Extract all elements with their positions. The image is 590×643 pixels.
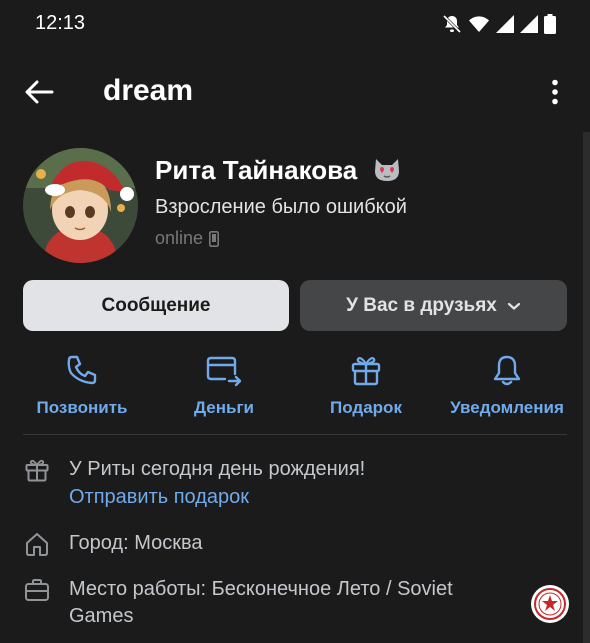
friends-button[interactable]: У Вас в друзьях (300, 280, 567, 331)
chevron-down-icon (507, 302, 520, 310)
home-icon (23, 530, 51, 558)
gift-action[interactable]: Подарок (296, 350, 436, 420)
app-bar: dream (0, 62, 590, 122)
battery-icon (544, 14, 556, 34)
gift-info-icon (23, 456, 51, 484)
notifications-action[interactable]: Уведомления (437, 350, 577, 420)
bell-icon (493, 355, 521, 386)
status-time: 12:13 (35, 12, 86, 34)
notifications-label: Уведомления (450, 398, 564, 417)
signal-icon (496, 15, 514, 33)
divider (23, 434, 567, 435)
mobile-phone-icon (209, 230, 220, 247)
message-button[interactable]: Сообщение (23, 280, 289, 331)
page-title: dream (103, 74, 194, 107)
status-bar: 12:13 (0, 0, 590, 50)
scrollbar[interactable] (583, 132, 590, 643)
back-button[interactable] (22, 76, 56, 108)
more-options-button[interactable] (540, 76, 570, 108)
bell-off-icon (442, 14, 462, 34)
arrow-left-icon (25, 80, 54, 104)
more-vertical-icon (552, 79, 558, 105)
friends-button-label: У Вас в друзьях (346, 294, 497, 316)
call-label: Позвонить (36, 398, 128, 417)
work-text-line-1: Место работы: Бесконечное Лето / Soviet (69, 578, 453, 600)
city-text: Город: Москва (69, 532, 203, 554)
gift-icon (351, 357, 381, 386)
online-label: online (155, 228, 204, 248)
gift-label: Подарок (330, 398, 402, 417)
profile-status: Взросление было ошибкой (155, 196, 407, 218)
phone-icon (67, 355, 97, 385)
birthday-text: У Риты сегодня день рождения! (69, 458, 366, 480)
work-text-line-2: Games (69, 605, 134, 627)
avatar[interactable] (23, 148, 138, 263)
cat-heart-eyes-icon (373, 157, 401, 183)
online-status: online (155, 228, 220, 249)
signal-icon (520, 15, 538, 33)
status-icons (442, 14, 556, 34)
profile-name: Рита Тайнакова (155, 155, 358, 185)
soviet-games-logo[interactable] (531, 585, 569, 623)
briefcase-icon (23, 576, 51, 604)
money-transfer-icon (206, 356, 242, 387)
send-gift-link[interactable]: Отправить подарок (69, 484, 249, 511)
money-label: Деньги (193, 398, 255, 417)
work-text: Место работы: Бесконечное Лето / Soviet … (69, 576, 453, 630)
wifi-icon (469, 16, 489, 32)
call-action[interactable]: Позвонить (12, 350, 152, 420)
money-action[interactable]: Деньги (154, 350, 294, 420)
